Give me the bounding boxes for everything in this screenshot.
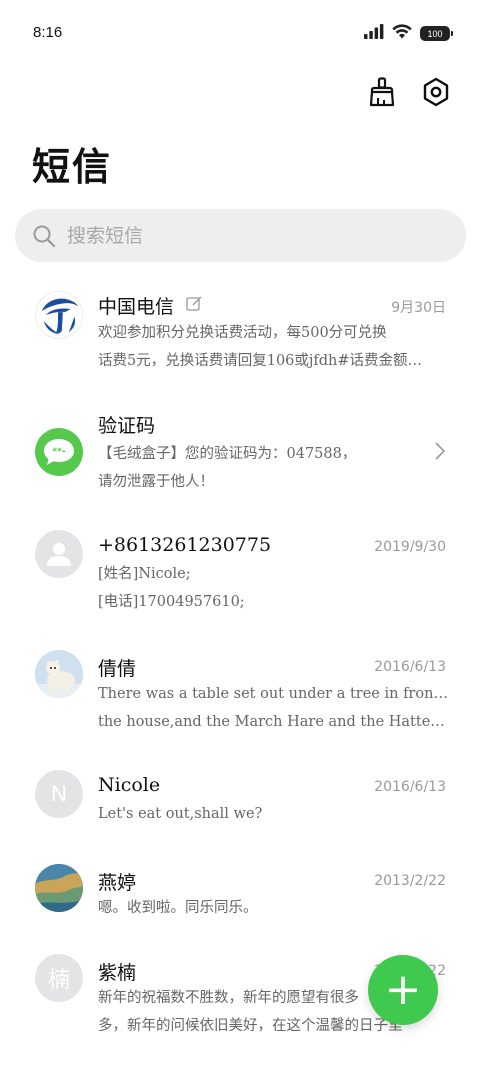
search-input[interactable] [67, 224, 427, 247]
message-item[interactable]: 燕婷 2013/2/22 嗯。收到啦。同乐同乐。 [0, 859, 480, 949]
china-telecom-logo [35, 291, 83, 339]
battery-icon: 100 [420, 26, 453, 41]
message-item[interactable]: **- 验证码 【毛绒盒子】您的验证码为：047588， 请勿泄露于他人！ [0, 403, 480, 513]
polar-bear-photo [35, 650, 83, 698]
message-sender: 燕婷 [98, 872, 137, 894]
settings-button[interactable] [420, 76, 452, 112]
message-preview-line: 嗯。收到啦。同乐同乐。 [98, 900, 258, 916]
message-date: 2019/9/30 [374, 539, 446, 555]
message-item[interactable]: N Nicole 2016/6/13 Let's eat out,shall w… [0, 765, 480, 855]
message-date: 9月30日 [391, 300, 446, 316]
message-preview-line: There was a table set out under a tree i… [98, 686, 448, 702]
message-preview-line: 【毛绒盒子】您的验证码为：047588， [98, 446, 357, 462]
wifi-icon [392, 24, 412, 43]
message-preview: [姓名]Nicole; [电话]17004957610; [98, 560, 448, 616]
top-actions [366, 76, 452, 112]
message-item[interactable]: 倩倩 2016/6/13 There was a table set out u… [0, 645, 480, 755]
person-icon [35, 530, 83, 578]
message-sender: 倩倩 [98, 658, 137, 680]
status-time: 8:16 [33, 24, 63, 41]
message-bubble-icon: **- [35, 428, 83, 476]
broom-icon [369, 77, 395, 111]
chevron-right-icon[interactable] [434, 441, 446, 465]
avatar: 楠 [35, 954, 83, 1002]
status-icons: 100 [364, 24, 453, 43]
message-preview: 【毛绒盒子】您的验证码为：047588， 请勿泄露于他人！ [98, 440, 448, 496]
message-preview-line: Let's eat out,shall we? [98, 806, 263, 822]
svg-text:**-: **- [52, 447, 65, 457]
new-message-button[interactable]: + [368, 955, 438, 1025]
clean-button[interactable] [366, 76, 398, 112]
message-sender: 中国电信 [98, 296, 175, 318]
message-preview: 嗯。收到啦。同乐同乐。 [98, 894, 448, 922]
message-item[interactable]: 中国电信 9月30日 欢迎参加积分兑换话费活动，每500分可兑换 话费5元，兑换… [0, 275, 480, 393]
message-preview-line: [电话]17004957610; [98, 594, 245, 610]
edit-icon [186, 296, 202, 316]
signal-icon [364, 24, 384, 43]
message-preview: 欢迎参加积分兑换话费活动，每500分可兑换 话费5元，兑换话费请回复106或jf… [98, 319, 448, 375]
message-sender: 紫楠 [98, 962, 137, 984]
message-sender: 验证码 [98, 415, 156, 437]
plus-icon: + [384, 964, 422, 1015]
message-date: 2013/2/22 [374, 873, 446, 889]
page-title: 短信 [32, 144, 113, 189]
message-preview-line: 欢迎参加积分兑换话费活动，每500分可兑换 [98, 325, 387, 341]
message-preview: There was a table set out under a tree i… [98, 680, 448, 736]
landscape-photo [35, 864, 83, 912]
avatar: N [35, 770, 83, 818]
message-date: 2016/6/13 [374, 779, 446, 795]
message-preview-line: 话费5元，兑换话费请回复106或jfdh#话费金额… [98, 353, 423, 369]
message-preview-line: [姓名]Nicole; [98, 566, 191, 582]
settings-hex-icon [422, 77, 450, 111]
message-preview: Let's eat out,shall we? [98, 800, 448, 828]
message-sender: Nicole [98, 774, 161, 796]
message-sender: +8613261230775 [98, 534, 272, 556]
status-bar: 8:16 100 [0, 0, 480, 66]
search-icon [31, 223, 57, 249]
message-item[interactable]: +8613261230775 2019/9/30 [姓名]Nicole; [电话… [0, 525, 480, 635]
search-bar[interactable] [15, 209, 466, 262]
message-date: 2016/6/13 [374, 659, 446, 675]
message-preview-line: the house,and the March Hare and the Hat… [98, 714, 448, 730]
message-preview-line: 请勿泄露于他人！ [98, 474, 214, 490]
